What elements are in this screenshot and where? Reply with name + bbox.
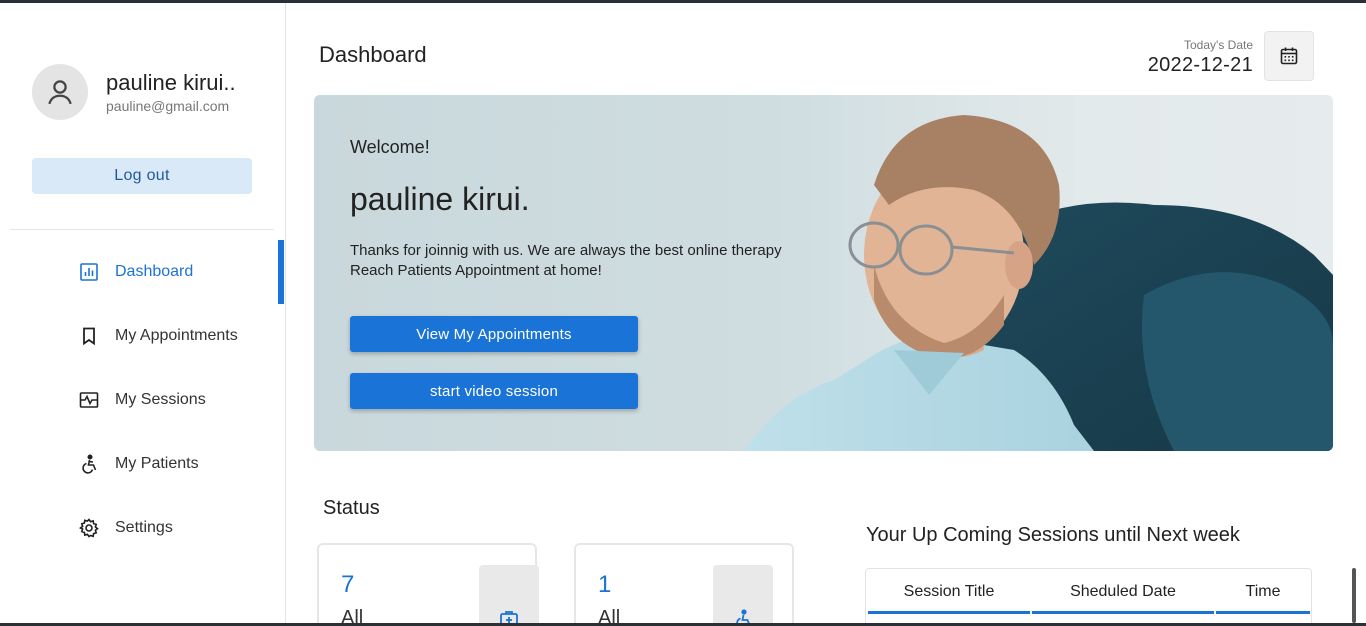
avatar [32,64,88,120]
column-header-underline [1216,611,1310,614]
view-appointments-button[interactable]: View My Appointments [350,316,638,352]
sidebar-item-label: Settings [115,519,173,536]
column-header-scheduled-date[interactable]: Sheduled Date [1032,583,1214,601]
sidebar-item-label: My Patients [115,455,199,472]
calendar-icon [1280,47,1298,65]
column-header-underline [868,611,1030,614]
column-header-session-title[interactable]: Session Title [868,583,1030,601]
calendar-button[interactable] [1264,31,1314,81]
upcoming-sessions-table: Session Title Sheduled Date Time [865,568,1312,626]
upcoming-sessions-heading: Your Up Coming Sessions until Next week [866,524,1240,546]
today-date: Today's Date 2022-12-21 [1148,38,1253,77]
sidebar-item-sessions[interactable]: My Sessions [0,368,286,432]
hero-message-line: Reach Patients Appointment at home! [350,262,602,279]
sidebar-item-appointments[interactable]: My Appointments [0,304,286,368]
status-icon-box [713,565,773,626]
column-header-underline [1032,611,1214,614]
page-title: Dashboard [319,42,427,67]
status-card[interactable]: 1 All [574,543,794,626]
sidebar-item-settings[interactable]: Settings [0,496,286,560]
column-header-time[interactable]: Time [1216,583,1310,601]
sidebar-nav: Dashboard My Appointments My Sessions My… [0,240,286,560]
welcome-text: Welcome! [350,137,430,157]
hero-message-line: Thanks for joinnig with us. We are alway… [350,242,782,259]
status-card[interactable]: 7 All [317,543,539,626]
status-icon-box [479,565,539,626]
hero-user-name: pauline kirui. [350,181,530,217]
accessible-icon [78,453,100,475]
status-count: 1 [598,571,612,598]
bookmark-icon [78,325,100,347]
sidebar-divider [10,229,274,230]
sidebar-item-label: Dashboard [115,263,194,280]
sidebar-item-label: My Sessions [115,391,206,408]
pulse-icon [78,389,100,411]
profile-email: pauline@gmail.com [106,98,230,114]
date-value: 2022-12-21 [1147,54,1253,76]
chart-icon [78,261,100,283]
start-video-session-button[interactable]: start video session [350,373,638,409]
sidebar-item-dashboard[interactable]: Dashboard [0,240,286,304]
gear-icon [78,517,100,539]
page-scrollbar[interactable] [1352,568,1356,623]
status-heading: Status [323,497,380,519]
user-profile: pauline kirui.. pauline@gmail.com [32,64,236,120]
sidebar: pauline kirui.. pauline@gmail.com Log ou… [0,3,286,623]
date-caption: Today's Date [1184,38,1253,52]
logout-button[interactable]: Log out [32,158,252,194]
sidebar-item-label: My Appointments [115,327,238,344]
status-count: 7 [341,571,355,598]
sidebar-item-patients[interactable]: My Patients [0,432,286,496]
profile-name: pauline kirui.. [106,70,236,95]
user-icon [48,80,72,105]
welcome-banner: Welcome! pauline kirui. Thanks for joinn… [314,95,1333,451]
